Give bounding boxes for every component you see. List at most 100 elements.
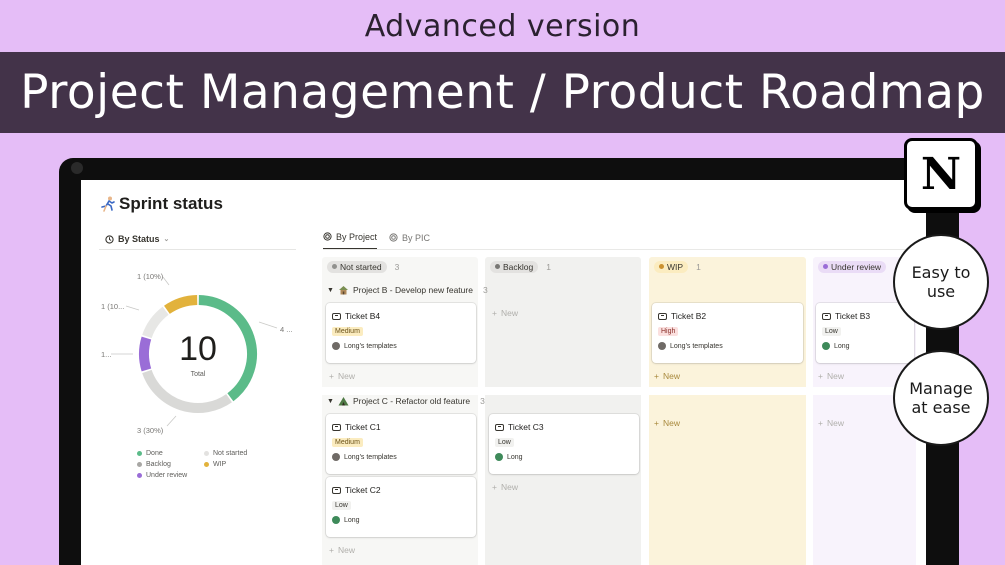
assignee-name: Long — [344, 516, 360, 524]
status-dot — [823, 264, 828, 269]
ticket-card[interactable]: Ticket B2 High Long's templates — [652, 303, 803, 363]
group-spacer — [322, 387, 916, 395]
badge-line: Easy to — [911, 262, 971, 282]
column-header-backlog[interactable]: Backlog 1 — [485, 257, 641, 276]
avatar — [332, 453, 340, 461]
column-header-not-started[interactable]: Not started 3 — [322, 257, 478, 276]
donut-label-under-review: 1 (10%) — [137, 272, 164, 281]
group-header-project-c[interactable]: ▼ Project C - Refactor old feature 3 — [327, 396, 485, 406]
new-card-button[interactable]: + New — [818, 418, 844, 428]
status-pill: Backlog — [490, 260, 539, 273]
plus-icon: + — [329, 371, 334, 381]
board-view-tabs: By Project By PIC — [323, 230, 430, 250]
avatar — [495, 453, 503, 461]
ticket-icon — [658, 312, 667, 320]
donut-label-done: 4 ... — [280, 325, 293, 334]
ticket-card[interactable]: Ticket C3 Low Long — [489, 414, 639, 474]
new-card-button[interactable]: + New — [329, 371, 355, 381]
assignee-name: Long's templates — [670, 342, 723, 350]
status-dot — [495, 264, 500, 269]
donut-label-wip: 1 (10... — [101, 302, 125, 311]
legend-item-not-started: Not started — [204, 450, 247, 457]
card-title: Ticket B4 — [332, 311, 470, 321]
camera-dot — [71, 162, 83, 174]
badge-line: Manage — [909, 378, 973, 398]
group-count: 3 — [482, 285, 488, 295]
card-title-text: Ticket B4 — [345, 311, 381, 321]
new-label: New — [662, 418, 680, 428]
new-card-button[interactable]: + New — [654, 418, 680, 428]
assignee: Long's templates — [332, 453, 470, 461]
caret-down-icon[interactable]: ▼ — [327, 398, 334, 405]
assignee-name: Long — [507, 453, 523, 461]
new-card-button[interactable]: + New — [329, 545, 355, 555]
new-label: New — [337, 371, 355, 381]
priority-tag: Low — [332, 501, 351, 510]
priority-tag: Low — [822, 327, 841, 336]
target-icon — [389, 233, 398, 242]
badge-line: at ease — [911, 398, 971, 417]
target-icon — [323, 232, 332, 241]
notion-logo: N — [904, 138, 978, 210]
new-card-button[interactable]: + New — [818, 371, 844, 381]
assignee: Long's templates — [658, 342, 797, 350]
column-count: 1 — [696, 261, 701, 272]
plus-icon: + — [654, 418, 659, 428]
group-header-project-b[interactable]: ▼ Project B - Develop new feature 3 — [327, 285, 488, 295]
tab-label: By Project — [336, 231, 378, 242]
ticket-icon — [332, 312, 341, 320]
column-count: 1 — [546, 261, 551, 272]
ticket-card[interactable]: Ticket C2 Low Long — [326, 477, 476, 537]
card-title: Ticket B3 — [822, 311, 908, 321]
ticket-card[interactable]: Ticket C1 Medium Long's templates — [326, 414, 476, 474]
column-header-wip[interactable]: WIP 1 — [649, 257, 806, 276]
avatar — [332, 342, 340, 350]
legend-dot — [204, 462, 209, 467]
card-title-text: Ticket C1 — [345, 422, 381, 432]
caret-down-icon[interactable]: ▼ — [327, 287, 334, 294]
new-card-button[interactable]: + New — [492, 308, 518, 318]
priority-tag: Low — [495, 438, 514, 447]
assignee: Long — [495, 453, 633, 461]
manage-at-ease-badge: Manage at ease — [893, 350, 989, 446]
ticket-card[interactable]: Ticket B3 Low Long — [816, 303, 914, 363]
banner-subtitle: Advanced version — [364, 8, 641, 44]
tab-label: By PIC — [402, 232, 431, 243]
tab-by-pic[interactable]: By PIC — [389, 230, 430, 250]
assignee-name: Long — [834, 342, 850, 350]
status-pill: Not started — [327, 260, 387, 273]
card-title-text: Ticket C3 — [508, 422, 544, 432]
tent-icon — [338, 397, 349, 406]
banner-title: Project Management / Product Roadmap — [0, 52, 1005, 133]
avatar — [822, 342, 830, 350]
legend-item-wip: WIP — [204, 461, 226, 468]
card-title: Ticket C3 — [495, 422, 633, 432]
notion-page: Sprint status By Status ⌄ 10 Total 1 (10… — [81, 180, 926, 565]
assignee: Long — [822, 342, 908, 350]
new-card-button[interactable]: + New — [654, 371, 680, 381]
group-count: 3 — [480, 396, 485, 406]
tab-by-project[interactable]: By Project — [323, 230, 378, 250]
legend-dot — [137, 462, 142, 467]
hut-icon — [338, 286, 348, 295]
assignee-name: Long's templates — [344, 342, 397, 350]
legend-dot — [137, 473, 142, 478]
group-title: Project B - Develop new feature — [352, 285, 473, 295]
new-card-button[interactable]: + New — [492, 482, 518, 492]
new-label: New — [500, 482, 518, 492]
priority-tag: Medium — [332, 438, 363, 447]
ticket-icon — [822, 312, 831, 320]
status-pill-label: Backlog — [503, 261, 534, 272]
legend-dot — [204, 451, 209, 456]
avatar — [332, 516, 340, 524]
legend-label: Backlog — [146, 461, 171, 468]
status-dot — [332, 264, 337, 269]
status-pill-label: Under review — [831, 261, 882, 272]
legend-item-under-review: Under review — [137, 472, 187, 479]
legend-label: Done — [146, 450, 163, 457]
easy-to-use-badge: Easy to use — [893, 234, 989, 330]
plus-icon: + — [329, 545, 334, 555]
new-label: New — [662, 371, 680, 381]
ticket-card[interactable]: Ticket B4 Medium Long's templates — [326, 303, 476, 363]
status-pill-label: Not started — [340, 261, 382, 272]
